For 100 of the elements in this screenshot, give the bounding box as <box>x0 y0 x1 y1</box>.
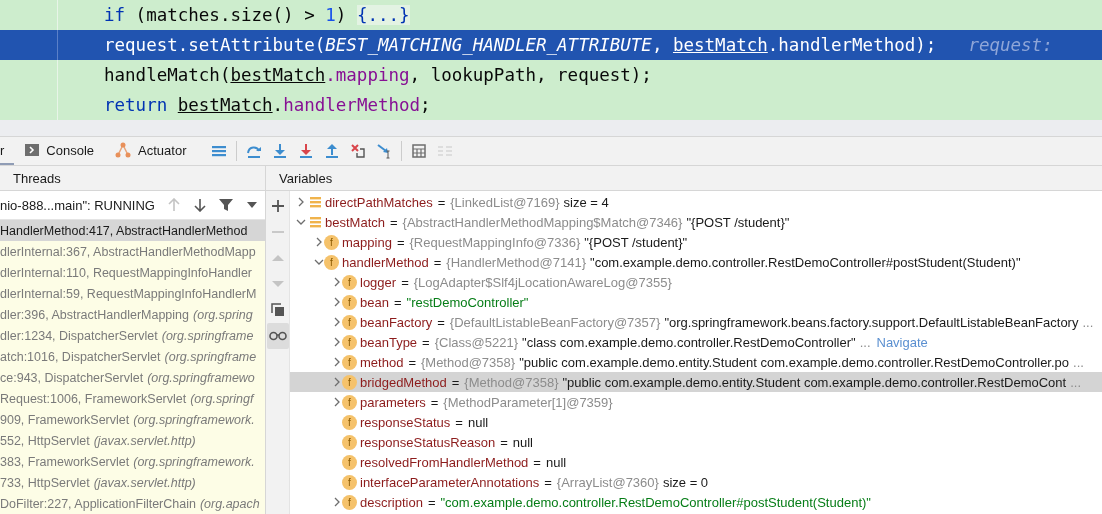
toggle-button[interactable] <box>266 323 289 349</box>
variable-name: beanType <box>360 334 418 350</box>
field-icon: f <box>342 474 357 490</box>
variables-header: Variables <box>278 170 333 186</box>
variable-name: responseStatusReason <box>360 434 496 450</box>
stack-frame[interactable]: 383, FrameworkServlet (org.springframework. <box>0 451 265 472</box>
caret-icon[interactable] <box>247 202 257 208</box>
code-line: if (matches.size() > 1) {...} <box>104 5 410 25</box>
variable-name: interfaceParameterAnnotations <box>360 474 540 490</box>
stack-frame[interactable]: dler:1234, DispatcherServlet (org.springframe <box>0 325 265 346</box>
variable-name: handlerMethod <box>342 254 429 270</box>
stack-frame[interactable]: dler:396, AbstractHandlerMapping (org.spring <box>0 304 265 325</box>
equals-sign: = <box>427 494 436 510</box>
variable-name: beanFactory <box>360 314 433 330</box>
down-arrow-icon[interactable] <box>194 198 206 212</box>
ellipsis-link[interactable]: ... <box>1070 374 1081 390</box>
stack-frame[interactable]: atch:1016, DispatcherServlet (org.springframe <box>0 346 265 367</box>
thread-selector[interactable]: nio-888...main": RUNNING <box>0 197 161 213</box>
console-icon <box>24 142 41 158</box>
object-reference: {RequestMappingInfo@7336} <box>409 234 581 250</box>
code-line: handleMatch(bestMatch.mapping, lookupPath, request); <box>104 65 652 85</box>
chevron-right-icon[interactable] <box>332 297 342 307</box>
table-icon[interactable] <box>412 144 427 158</box>
navigate-link[interactable]: Navigate <box>876 334 928 350</box>
step-into-icon[interactable] <box>298 143 315 159</box>
variable-value: size = 0 <box>662 474 709 490</box>
equals-sign: = <box>430 394 439 410</box>
stack-frame[interactable]: dlerInternal:110, RequestMappingInfoHandler <box>0 262 265 283</box>
stack-frame[interactable]: ce:943, DispatcherServlet (org.springframewo <box>0 367 265 388</box>
equals-sign: = <box>393 294 402 310</box>
object-reference: {Method@7358} <box>420 354 516 370</box>
field-icon: f <box>324 254 339 270</box>
tool-window-tab[interactable]: Console <box>24 137 105 165</box>
chevron-down-icon[interactable] <box>314 257 324 267</box>
chevron-right-icon[interactable] <box>332 317 342 327</box>
stack-frame[interactable]: dlerInternal:59, RequestMappingInfoHandlerM <box>0 283 265 304</box>
ellipsis-link[interactable]: ... <box>1082 314 1094 330</box>
stack-frame[interactable]: 733, HttpServlet (javax.servlet.http) <box>0 472 265 493</box>
variable-value: null <box>467 414 489 430</box>
variable-value: "restDemoController" <box>406 294 529 310</box>
nodes-icon <box>114 141 133 159</box>
equals-sign: = <box>408 354 416 370</box>
variable-value: null <box>545 454 567 470</box>
variable-name: logger <box>360 274 397 290</box>
object-reference: {MethodParameter[1]@7359} <box>443 394 613 410</box>
chevron-right-icon[interactable] <box>332 497 342 507</box>
chevron-right-icon[interactable] <box>296 197 306 207</box>
drop-frame-icon[interactable] <box>350 143 367 159</box>
chevron-right-icon[interactable] <box>332 277 342 287</box>
chevron-down-icon[interactable] <box>296 217 306 227</box>
variable-name: description <box>360 494 423 510</box>
ellipsis-link[interactable]: ... <box>1073 354 1084 370</box>
variable-value: null <box>512 434 533 450</box>
stack-frame[interactable]: DoFilter:227, ApplicationFilterChain (org.apach <box>0 493 265 514</box>
stack-frame[interactable]: 909, FrameworkServlet (org.springframework. <box>0 409 265 430</box>
stack-frame[interactable]: Request:1006, FrameworkServlet (org.springf <box>0 388 265 409</box>
field-icon: f <box>324 234 339 250</box>
menu-icon[interactable] <box>212 145 227 157</box>
inline-value-hint: request: <box>968 35 1053 55</box>
plus-icon[interactable] <box>270 199 285 213</box>
stack-frame[interactable]: 552, HttpServlet (javax.servlet.http) <box>0 430 265 451</box>
object-reference: {LinkedList@7169} <box>450 194 560 210</box>
copy-icon[interactable] <box>270 303 285 317</box>
equals-sign: = <box>433 254 442 270</box>
list-icon <box>310 216 321 228</box>
variable-name: responseStatus <box>360 414 451 430</box>
field-icon: f <box>342 354 357 370</box>
equals-sign: = <box>422 334 430 350</box>
chevron-right-icon[interactable] <box>332 337 342 347</box>
tool-window-tab[interactable]: Actuator <box>114 137 197 165</box>
field-icon: f <box>342 374 357 390</box>
stack-frame[interactable]: dlerInternal:367, AbstractHandlerMethodMapp <box>0 241 265 262</box>
step-over-icon[interactable] <box>246 143 263 159</box>
variable-value: "com.example.demo.controller.RestDemoController#postStudent(Student)" <box>440 494 871 510</box>
variable-name: method <box>360 354 404 370</box>
threads-header: Threads <box>12 170 61 186</box>
variable-name: mapping <box>342 234 392 250</box>
field-icon: f <box>342 434 357 450</box>
chevron-right-icon[interactable] <box>314 237 324 247</box>
variable-value: "org.springframework.beans.factory.support.DefaultListableBeanFactory <box>664 314 1079 330</box>
chevron-right-icon[interactable] <box>332 377 342 387</box>
filter-icon[interactable] <box>219 198 233 212</box>
field-icon: f <box>342 494 357 510</box>
chevron-right-icon[interactable] <box>332 357 342 367</box>
variable-value: "{POST /student}" <box>686 214 790 230</box>
stack-frame[interactable]: HandlerMethod:417, AbstractHandlerMethod <box>0 220 265 241</box>
step-out-icon[interactable] <box>324 143 341 159</box>
ellipsis-link[interactable]: ... <box>859 334 871 350</box>
equals-sign: = <box>390 214 398 230</box>
field-icon: f <box>342 314 357 330</box>
variable-value: "com.example.demo.controller.RestDemoController#postStudent(Student)" <box>590 254 1021 270</box>
variable-name: bestMatch <box>325 214 385 230</box>
object-reference: {LogAdapter$Slf4jLocationAwareLog@7355} <box>413 274 672 290</box>
field-icon: f <box>342 394 357 410</box>
run-to-cursor-icon[interactable] <box>376 143 393 159</box>
step-into-icon[interactable] <box>272 143 289 159</box>
variable-name: bridgedMethod <box>360 374 447 390</box>
variable-value: "class com.example.demo.controller.RestDemoController" <box>522 334 856 350</box>
chevron-right-icon[interactable] <box>332 397 342 407</box>
object-reference: {AbstractHandlerMethodMapping$Match@7346} <box>402 214 683 230</box>
